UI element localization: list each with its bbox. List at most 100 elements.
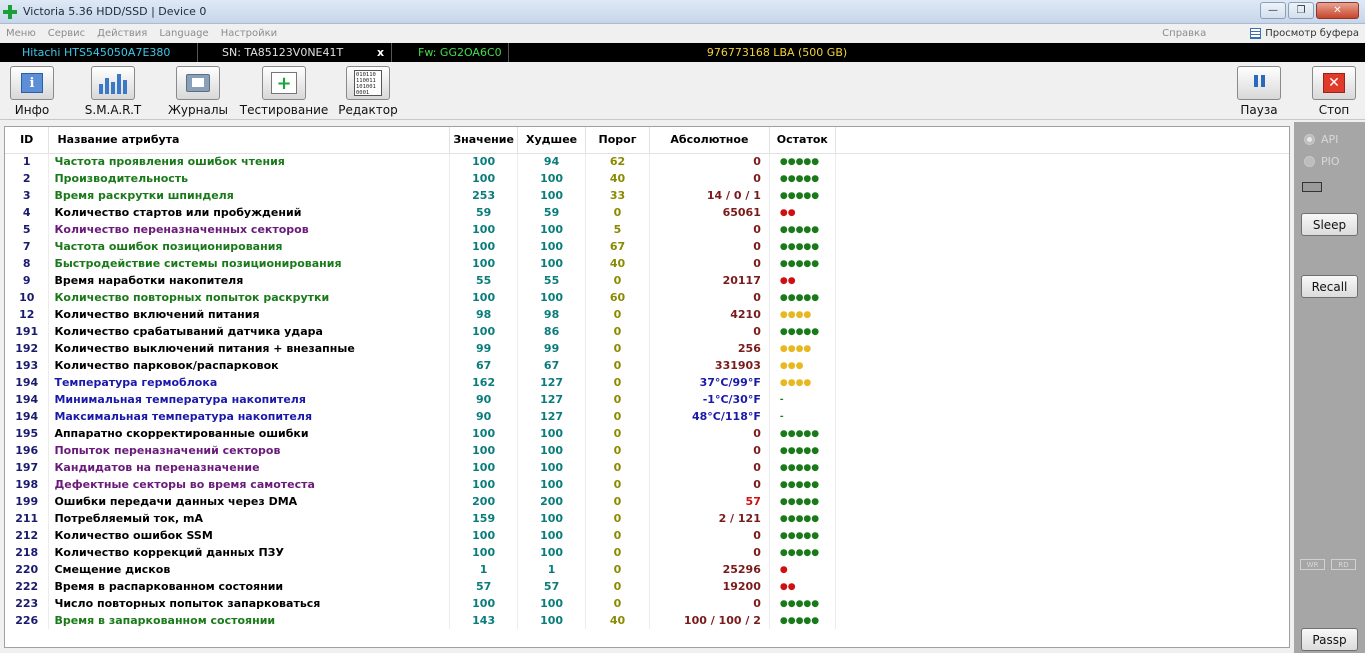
smart-button[interactable]: S.M.A.R.T (75, 66, 151, 118)
table-row[interactable]: 196 Попыток переназначений секторов 100 100… (5, 442, 1289, 459)
menu-actions[interactable]: Действия (91, 28, 153, 39)
table-row[interactable]: 10 Количество повторных попыток раскрутки… (5, 289, 1289, 306)
attr-worst-cell: 100 (517, 187, 587, 204)
attr-id-cell: 226 (5, 612, 50, 629)
attr-threshold-cell: 0 (585, 493, 650, 510)
table-row[interactable]: 9 Время наработки накопителя 55 55 0 20117 ●● (5, 272, 1289, 289)
info-button[interactable]: i Инфо (0, 66, 70, 118)
table-row[interactable]: 226 Время в запаркованном состоянии 143 100… (5, 612, 1289, 629)
menu-language[interactable]: Language (153, 28, 214, 39)
device-capacity: 976773168 LBA (500 GB) (706, 46, 848, 59)
table-row[interactable]: 194 Минимальная температура накопителя 90 1… (5, 391, 1289, 408)
logs-button[interactable]: Журналы (160, 66, 236, 118)
attr-remaining-cell: ●●●●● (769, 442, 836, 459)
table-row[interactable]: 3 Время раскрутки шпинделя 253 100 33 14 / 0 … (5, 187, 1289, 204)
table-row[interactable]: 197 Кандидатов на переназначение 100 100 0 0 ●… (5, 459, 1289, 476)
attr-threshold-cell: 0 (585, 527, 650, 544)
stop-button[interactable]: ✕ Стоп (1296, 66, 1365, 118)
table-row[interactable]: 212 Количество ошибок SSM 100 100 0 0 ●●●●● (5, 527, 1289, 544)
attr-threshold-cell: 40 (585, 612, 650, 629)
table-row[interactable]: 1 Частота проявления ошибок чтения 100 94 62… (5, 153, 1289, 170)
table-row[interactable]: 194 Температура гермоблока 162 127 0 37°C/99°… (5, 374, 1289, 391)
attr-remaining-cell: ●●●●● (769, 527, 836, 544)
attr-value-cell: 100 (449, 459, 519, 476)
table-row[interactable]: 191 Количество срабатываний датчика удара… (5, 323, 1289, 340)
device-model[interactable]: Hitachi HTS545050A7E380 (0, 43, 198, 62)
attr-remaining-cell: - (769, 408, 836, 425)
attr-threshold-cell: 0 (585, 510, 650, 527)
table-row[interactable]: 211 Потребляемый ток, mA 159 100 0 2 / 121 ●●●… (5, 510, 1289, 527)
attr-raw-cell: 0 (649, 238, 770, 255)
attr-threshold-cell: 0 (585, 340, 650, 357)
table-row[interactable]: 4 Количество стартов или пробуждений 59 59 0… (5, 204, 1289, 221)
stop-icon: ✕ (1312, 66, 1356, 100)
row-spacer (835, 578, 1289, 595)
buffer-view-button[interactable]: Просмотр буфера (1250, 28, 1359, 39)
api-radio[interactable]: API (1304, 133, 1338, 146)
attr-value-cell: 90 (449, 391, 519, 408)
attr-threshold-cell: 0 (585, 374, 650, 391)
col-name-header[interactable]: Название атрибута (48, 127, 451, 154)
table-row[interactable]: 194 Максимальная температура накопителя 90… (5, 408, 1289, 425)
close-window-button[interactable]: ✕ (1316, 2, 1359, 19)
table-row[interactable]: 192 Количество выключений питания + внеза… (5, 340, 1289, 357)
table-row[interactable]: 218 Количество коррекций данных ПЗУ 100 100… (5, 544, 1289, 561)
col-threshold-header[interactable]: Порог (585, 127, 650, 154)
attr-threshold-cell: 0 (585, 578, 650, 595)
row-spacer (835, 204, 1289, 221)
attr-value-cell: 100 (449, 170, 519, 187)
attr-raw-cell: 0 (649, 170, 770, 187)
editor-button[interactable]: 010110 110011 101001 0001 Редактор (330, 66, 406, 118)
table-row[interactable]: 198 Дефектные секторы во время самотеста 1… (5, 476, 1289, 493)
row-spacer (835, 595, 1289, 612)
col-remaining-header[interactable]: Остаток (769, 127, 836, 154)
row-spacer (835, 306, 1289, 323)
restore-button[interactable]: ❐ (1288, 2, 1314, 19)
attr-name-cell: Количество выключений питания + внезапны… (48, 340, 451, 357)
table-row[interactable]: 223 Число повторных попыток запарковаться… (5, 595, 1289, 612)
attr-worst-cell: 86 (517, 323, 587, 340)
folder-icon (176, 66, 220, 100)
col-worst-header[interactable]: Худшее (517, 127, 587, 154)
recall-button[interactable]: Recall (1301, 275, 1358, 298)
wr-indicator: WR (1300, 559, 1325, 570)
col-id-header[interactable]: ID (5, 127, 50, 154)
testing-button[interactable]: + Тестирование (240, 66, 328, 118)
table-row[interactable]: 193 Количество парковок/распарковок 67 67 0 3… (5, 357, 1289, 374)
pio-label: PIO (1321, 155, 1340, 168)
col-value-header[interactable]: Значение (449, 127, 519, 154)
table-row[interactable]: 195 Аппаратно скорректированные ошибки 100… (5, 425, 1289, 442)
attr-raw-cell: 4210 (649, 306, 770, 323)
menu-help[interactable]: Справка (1156, 28, 1212, 39)
table-row[interactable]: 222 Время в распаркованном состоянии 57 57 0… (5, 578, 1289, 595)
buffer-view-label: Просмотр буфера (1265, 28, 1359, 39)
passp-button[interactable]: Passp (1301, 628, 1358, 651)
table-row[interactable]: 2 Производительность 100 100 40 0 ●●●●● (5, 170, 1289, 187)
sleep-button[interactable]: Sleep (1301, 213, 1358, 236)
attr-remaining-cell: ●●●●● (769, 187, 836, 204)
pio-radio[interactable]: PIO (1304, 155, 1340, 168)
table-row[interactable]: 7 Частота ошибок позиционирования 100 100 67… (5, 238, 1289, 255)
attr-raw-cell: 14 / 0 / 1 (649, 187, 770, 204)
device-serial: SN: TA85123V0NE41T (222, 46, 344, 59)
minimize-button[interactable]: — (1260, 2, 1286, 19)
pause-button[interactable]: Пауза (1221, 66, 1297, 118)
menu-settings[interactable]: Настройки (215, 28, 283, 39)
attr-remaining-cell: ●●●● (769, 306, 836, 323)
col-raw-header[interactable]: Абсолютное (649, 127, 770, 154)
menu-service[interactable]: Сервис (42, 28, 91, 39)
attr-id-cell: 212 (5, 527, 50, 544)
attr-raw-cell: 2 / 121 (649, 510, 770, 527)
table-row[interactable]: 5 Количество переназначенных секторов 100 1… (5, 221, 1289, 238)
attr-worst-cell: 59 (517, 204, 587, 221)
eject-button[interactable]: x (370, 43, 392, 62)
table-row[interactable]: 12 Количество включений питания 98 98 0 4210 ●… (5, 306, 1289, 323)
attr-value-cell: 55 (449, 272, 519, 289)
table-row[interactable]: 8 Быстродействие системы позиционирования… (5, 255, 1289, 272)
attr-worst-cell: 100 (517, 238, 587, 255)
table-row[interactable]: 220 Смещение дисков 1 1 0 25296 ● (5, 561, 1289, 578)
attr-worst-cell: 99 (517, 340, 587, 357)
table-row[interactable]: 199 Ошибки передачи данных через DMA 200 20… (5, 493, 1289, 510)
attr-id-cell: 2 (5, 170, 50, 187)
menu-main[interactable]: Меню (0, 28, 42, 39)
